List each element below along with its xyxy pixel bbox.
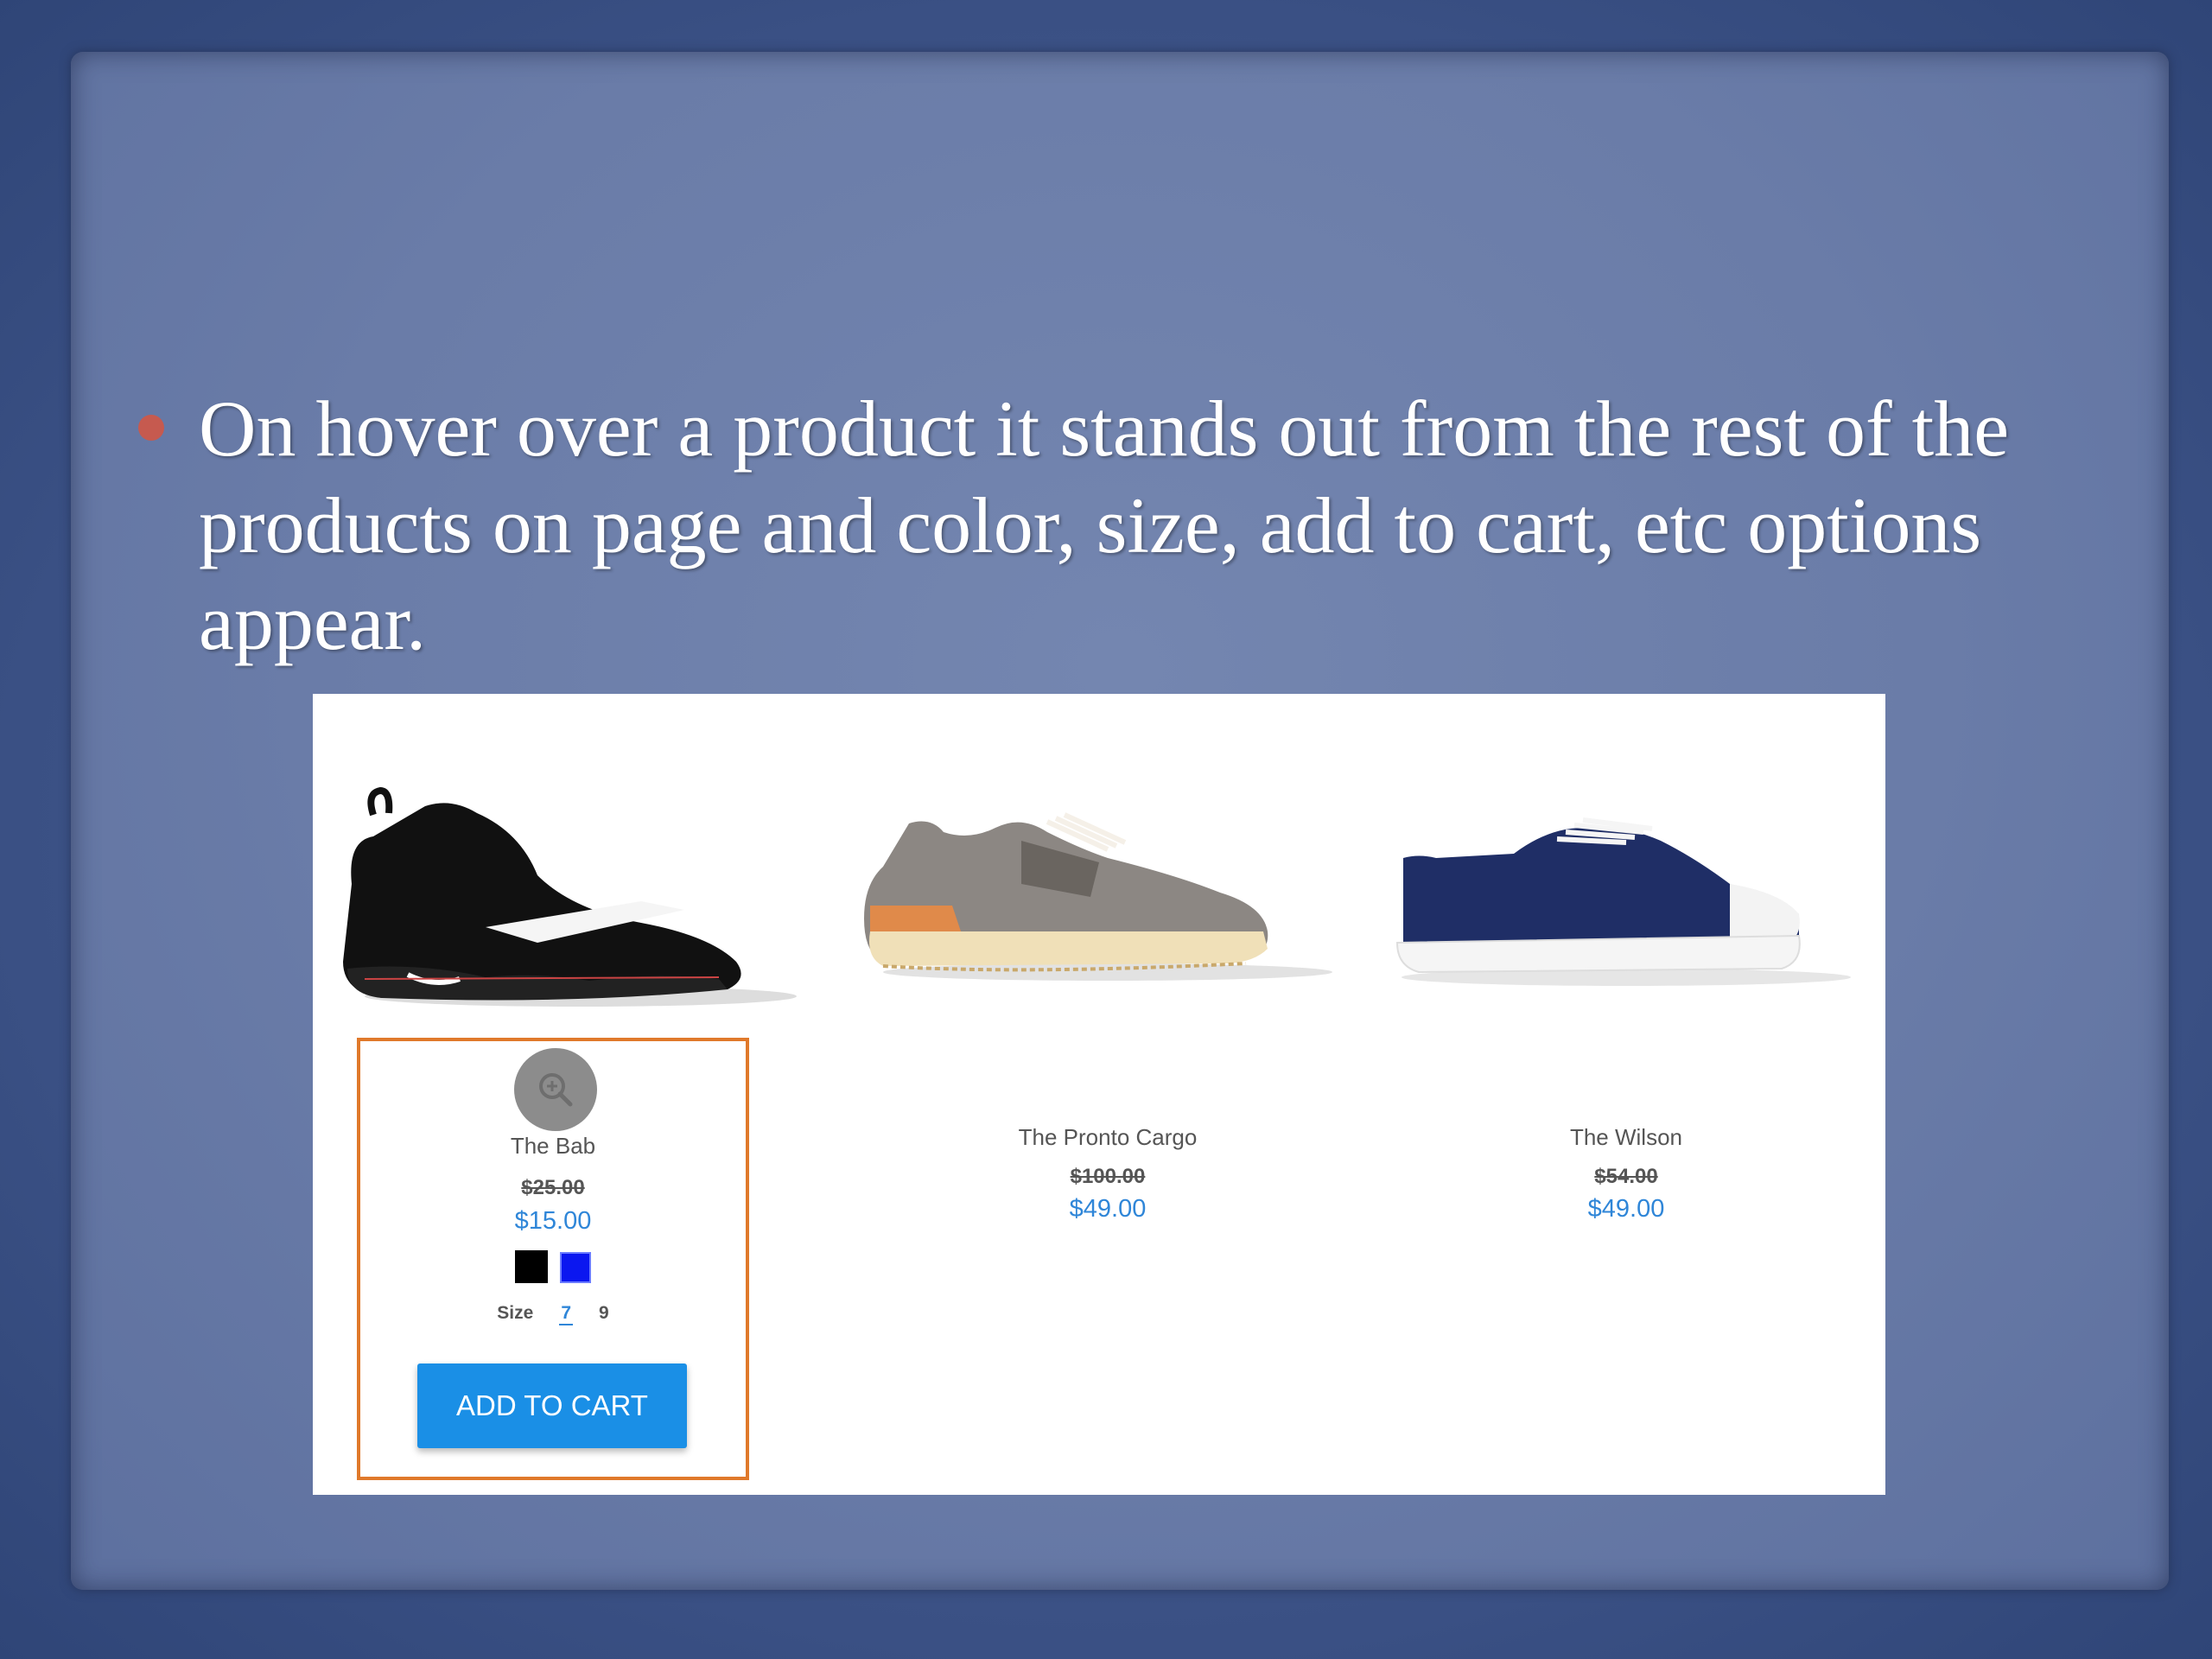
zoom-in-icon[interactable]: [514, 1048, 597, 1131]
old-price: $25.00: [521, 1176, 585, 1199]
product-card-2[interactable]: The Pronto Cargo $100.00 $49.00: [849, 694, 1367, 1495]
size-selector: Size 7 9: [360, 1303, 746, 1325]
old-price: $100.00: [1070, 1165, 1146, 1188]
color-swatch-blue[interactable]: [560, 1252, 591, 1283]
size-option-9[interactable]: 9: [599, 1303, 609, 1325]
add-to-cart-button[interactable]: ADD TO CART: [417, 1363, 687, 1448]
product-image-black-sneaker[interactable]: [313, 746, 849, 1031]
sale-price: $49.00: [1587, 1195, 1665, 1223]
product-name[interactable]: The Pronto Cargo: [849, 1124, 1367, 1151]
color-swatches: [360, 1250, 746, 1283]
bullet-point-icon: [138, 415, 164, 441]
size-option-7[interactable]: 7: [559, 1303, 574, 1325]
product-grid-screenshot: The Bab $25.00 $15.00 Size 7 9 ADD TO CA…: [313, 694, 1885, 1495]
product-name[interactable]: The Bab: [360, 1133, 746, 1160]
size-label: Size: [497, 1303, 534, 1323]
product-name[interactable]: The Wilson: [1367, 1124, 1885, 1151]
sale-price: $15.00: [514, 1207, 592, 1235]
sale-price: $49.00: [1069, 1195, 1147, 1223]
product-image-navy-sneaker[interactable]: [1367, 746, 1885, 1031]
old-price: $54.00: [1594, 1165, 1658, 1188]
hover-highlight-box: The Bab $25.00 $15.00 Size 7 9 ADD TO CA…: [357, 1038, 749, 1480]
product-card-3[interactable]: The Wilson $54.00 $49.00: [1367, 694, 1885, 1495]
product-image-grey-sneaker[interactable]: [849, 746, 1367, 1031]
color-swatch-black[interactable]: [515, 1250, 548, 1283]
product-card-1[interactable]: The Bab $25.00 $15.00 Size 7 9 ADD TO CA…: [313, 694, 849, 1495]
bullet-text: On hover over a product it stands out fr…: [199, 385, 2010, 666]
